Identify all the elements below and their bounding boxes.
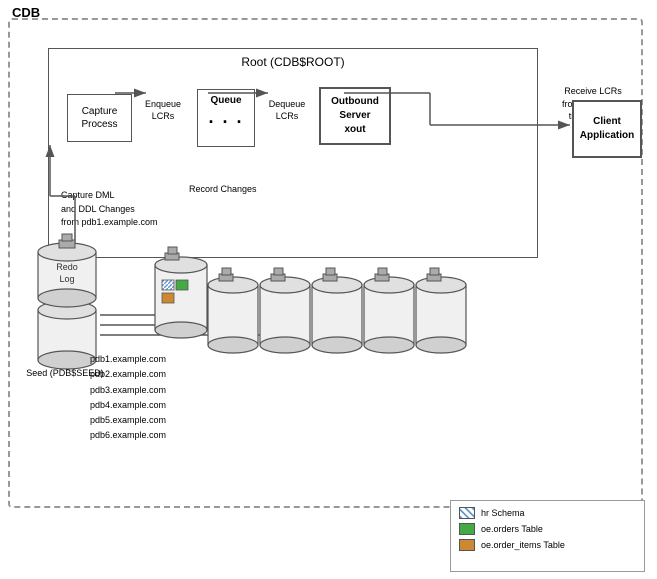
outbound-label3: xout	[344, 123, 365, 137]
outbound-label2: Server	[339, 109, 370, 123]
legend-oe-order-items-label: oe.order_items Table	[481, 540, 565, 550]
legend-oe-order-items-item: oe.order_items Table	[459, 539, 636, 551]
enqueue-label: EnqueueLCRs	[134, 99, 192, 122]
legend-hr-color	[459, 507, 475, 519]
outbound-server-box: Outbound Server xout	[319, 87, 391, 145]
client-application-box: Client Application	[572, 100, 642, 158]
client-label2: Application	[580, 129, 634, 143]
pdb-labels: pdb1.example.com pdb2.example.com pdb3.e…	[90, 352, 166, 444]
queue-dots: . . .	[208, 108, 243, 126]
pdb3-label: pdb3.example.com	[90, 383, 166, 398]
capture-process-label: CaptureProcess	[81, 105, 117, 131]
queue-label: Queue	[210, 95, 241, 106]
legend-oe-orders-color	[459, 523, 475, 535]
client-label1: Client	[593, 115, 621, 129]
pdb6-label: pdb6.example.com	[90, 428, 166, 443]
pdb1-label: pdb1.example.com	[90, 352, 166, 367]
pdb5-label: pdb5.example.com	[90, 413, 166, 428]
legend-oe-orders-item: oe.orders Table	[459, 523, 636, 535]
pdb4-label: pdb4.example.com	[90, 398, 166, 413]
outbound-label1: Outbound	[331, 95, 379, 109]
legend-box: hr Schema oe.orders Table oe.order_items…	[450, 500, 645, 572]
root-label: Root (CDB$ROOT)	[241, 55, 344, 69]
main-container: CDB Root (CDB$ROOT) CaptureProcess Enque…	[0, 0, 657, 579]
capture-dml-label: Capture DMLand DDL Changesfrom pdb1.exam…	[61, 189, 158, 230]
queue-box: Queue . . .	[197, 89, 255, 147]
pdb2-label: pdb2.example.com	[90, 367, 166, 382]
legend-hr-item: hr Schema	[459, 507, 636, 519]
root-box: Root (CDB$ROOT) CaptureProcess EnqueueLC…	[48, 48, 538, 258]
capture-process-box: CaptureProcess	[67, 94, 132, 142]
dequeue-label: DequeueLCRs	[257, 99, 317, 122]
legend-hr-label: hr Schema	[481, 508, 525, 518]
legend-oe-orders-label: oe.orders Table	[481, 524, 543, 534]
record-changes-label: Record Changes	[189, 184, 257, 194]
legend-oe-order-items-color	[459, 539, 475, 551]
